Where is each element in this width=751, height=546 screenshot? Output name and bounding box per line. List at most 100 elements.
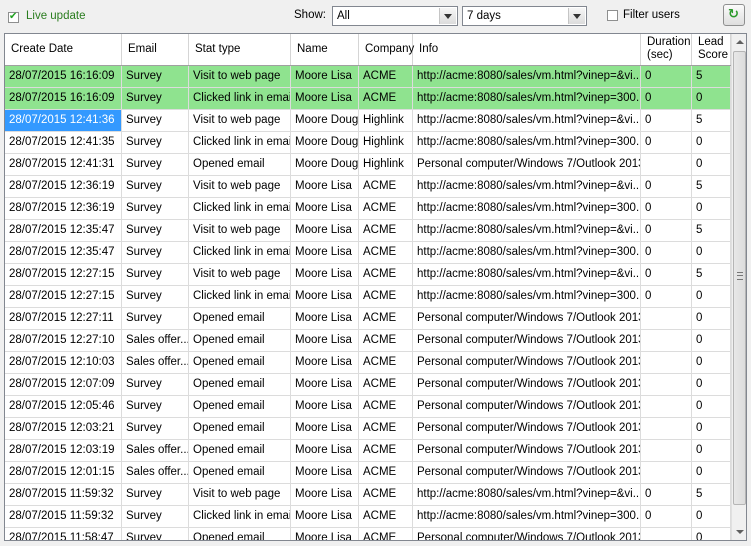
table-row[interactable]: 28/07/2015 12:27:10 Sales offer... Opened … — [5, 330, 731, 352]
cell-stat-type[interactable]: Visit to web page — [189, 220, 291, 241]
cell-email[interactable]: Survey — [122, 264, 189, 285]
cell-name[interactable]: Moore Lisa — [291, 264, 359, 285]
cell-lead-score[interactable]: 5 — [692, 484, 731, 505]
cell-stat-type[interactable]: Opened email — [189, 528, 291, 540]
cell-stat-type[interactable]: Visit to web page — [189, 110, 291, 131]
cell-create-date[interactable]: 28/07/2015 12:01:15 — [5, 462, 122, 483]
cell-name[interactable]: Moore Lisa — [291, 352, 359, 373]
table-row[interactable]: 28/07/2015 12:01:15 Sales offer... Opened … — [5, 462, 731, 484]
cell-info[interactable]: http://acme:8080/sales/vm.html?vinep=300… — [413, 286, 641, 307]
cell-lead-score[interactable]: 0 — [692, 198, 731, 219]
cell-duration[interactable] — [641, 462, 692, 483]
cell-company[interactable]: ACME — [359, 176, 413, 197]
cell-create-date[interactable]: 28/07/2015 11:59:32 — [5, 506, 122, 527]
chevron-down-icon[interactable] — [568, 8, 585, 24]
cell-duration[interactable] — [641, 440, 692, 461]
column-header-company[interactable]: Company — [359, 34, 414, 65]
cell-lead-score[interactable]: 0 — [692, 132, 731, 153]
cell-info[interactable]: Personal computer/Windows 7/Outlook 2013… — [413, 440, 641, 461]
cell-create-date[interactable]: 28/07/2015 12:41:31 — [5, 154, 122, 175]
cell-duration[interactable]: 0 — [641, 176, 692, 197]
cell-company[interactable]: ACME — [359, 352, 413, 373]
cell-info[interactable]: http://acme:8080/sales/vm.html?vinep=&vi… — [413, 110, 641, 131]
show-filter-dropdown[interactable]: All — [332, 6, 458, 26]
cell-stat-type[interactable]: Clicked link in email — [189, 88, 291, 109]
table-row[interactable]: 28/07/2015 12:41:36 Survey Visit to web pa… — [5, 110, 731, 132]
cell-create-date[interactable]: 28/07/2015 12:10:03 — [5, 352, 122, 373]
cell-lead-score[interactable]: 0 — [692, 440, 731, 461]
cell-duration[interactable] — [641, 374, 692, 395]
cell-name[interactable]: Moore Lisa — [291, 528, 359, 540]
cell-duration[interactable]: 0 — [641, 484, 692, 505]
table-row[interactable]: 28/07/2015 12:36:19 Survey Visit to web pa… — [5, 176, 731, 198]
cell-create-date[interactable]: 28/07/2015 12:27:10 — [5, 330, 122, 351]
cell-duration[interactable] — [641, 330, 692, 351]
cell-duration[interactable] — [641, 528, 692, 540]
filter-users-checkbox[interactable] — [607, 10, 618, 21]
scrollbar-thumb[interactable] — [733, 51, 746, 505]
cell-company[interactable]: ACME — [359, 374, 413, 395]
cell-info[interactable]: Personal computer/Windows 7/Outlook 2013… — [413, 418, 641, 439]
table-row[interactable]: 28/07/2015 16:16:09 Survey Clicked link in… — [5, 88, 731, 110]
cell-duration[interactable]: 0 — [641, 132, 692, 153]
cell-duration[interactable] — [641, 396, 692, 417]
vertical-scrollbar[interactable] — [731, 34, 746, 540]
cell-company[interactable]: ACME — [359, 242, 413, 263]
cell-lead-score[interactable]: 5 — [692, 176, 731, 197]
table-row[interactable]: 28/07/2015 12:27:15 Survey Clicked link in… — [5, 286, 731, 308]
cell-create-date[interactable]: 28/07/2015 12:27:15 — [5, 264, 122, 285]
cell-name[interactable]: Moore Lisa — [291, 330, 359, 351]
cell-duration[interactable]: 0 — [641, 286, 692, 307]
cell-stat-type[interactable]: Opened email — [189, 396, 291, 417]
cell-company[interactable]: ACME — [359, 462, 413, 483]
cell-create-date[interactable]: 28/07/2015 16:16:09 — [5, 66, 122, 87]
cell-lead-score[interactable]: 5 — [692, 110, 731, 131]
cell-stat-type[interactable]: Opened email — [189, 352, 291, 373]
cell-name[interactable]: Moore Lisa — [291, 286, 359, 307]
cell-email[interactable]: Survey — [122, 396, 189, 417]
cell-create-date[interactable]: 28/07/2015 11:59:32 — [5, 484, 122, 505]
cell-company[interactable]: ACME — [359, 330, 413, 351]
cell-create-date[interactable]: 28/07/2015 12:36:19 — [5, 198, 122, 219]
table-row[interactable]: 28/07/2015 12:36:19 Survey Clicked link in… — [5, 198, 731, 220]
cell-company[interactable]: Highlink — [359, 110, 413, 131]
cell-create-date[interactable]: 28/07/2015 12:05:46 — [5, 396, 122, 417]
cell-info[interactable]: Personal computer/Windows 7/Outlook 2013… — [413, 154, 641, 175]
cell-email[interactable]: Sales offer... — [122, 352, 189, 373]
cell-company[interactable]: ACME — [359, 198, 413, 219]
cell-email[interactable]: Survey — [122, 132, 189, 153]
cell-lead-score[interactable]: 0 — [692, 396, 731, 417]
cell-info[interactable]: http://acme:8080/sales/vm.html?vinep=300… — [413, 506, 641, 527]
cell-create-date[interactable]: 28/07/2015 12:03:21 — [5, 418, 122, 439]
cell-email[interactable]: Survey — [122, 286, 189, 307]
cell-lead-score[interactable]: 0 — [692, 352, 731, 373]
cell-email[interactable]: Survey — [122, 506, 189, 527]
cell-name[interactable]: Moore Lisa — [291, 418, 359, 439]
cell-create-date[interactable]: 28/07/2015 16:16:09 — [5, 88, 122, 109]
cell-lead-score[interactable]: 5 — [692, 220, 731, 241]
table-row[interactable]: 28/07/2015 12:03:21 Survey Opened email Moo… — [5, 418, 731, 440]
cell-company[interactable]: ACME — [359, 484, 413, 505]
cell-stat-type[interactable]: Visit to web page — [189, 264, 291, 285]
table-row[interactable]: 28/07/2015 16:16:09 Survey Visit to web pa… — [5, 66, 731, 88]
cell-name[interactable]: Moore Lisa — [291, 66, 359, 87]
cell-email[interactable]: Sales offer... — [122, 462, 189, 483]
cell-stat-type[interactable]: Clicked link in email — [189, 132, 291, 153]
table-row[interactable]: 28/07/2015 12:41:31 Survey Opened email Moo… — [5, 154, 731, 176]
cell-info[interactable]: http://acme:8080/sales/vm.html?vinep=300… — [413, 88, 641, 109]
cell-name[interactable]: Moore Lisa — [291, 198, 359, 219]
cell-company[interactable]: ACME — [359, 66, 413, 87]
cell-stat-type[interactable]: Opened email — [189, 418, 291, 439]
cell-lead-score[interactable]: 0 — [692, 154, 731, 175]
live-update-checkbox[interactable]: ✔ — [8, 11, 19, 23]
cell-name[interactable]: Moore Lisa — [291, 88, 359, 109]
cell-create-date[interactable]: 28/07/2015 12:36:19 — [5, 176, 122, 197]
cell-lead-score[interactable]: 0 — [692, 242, 731, 263]
cell-info[interactable]: Personal computer/Windows 7/Outlook 2013… — [413, 528, 641, 540]
cell-lead-score[interactable]: 0 — [692, 330, 731, 351]
table-row[interactable]: 28/07/2015 12:27:15 Survey Visit to web pa… — [5, 264, 731, 286]
cell-stat-type[interactable]: Visit to web page — [189, 66, 291, 87]
cell-name[interactable]: Moore Lisa — [291, 396, 359, 417]
cell-duration[interactable] — [641, 308, 692, 329]
cell-duration[interactable]: 0 — [641, 220, 692, 241]
